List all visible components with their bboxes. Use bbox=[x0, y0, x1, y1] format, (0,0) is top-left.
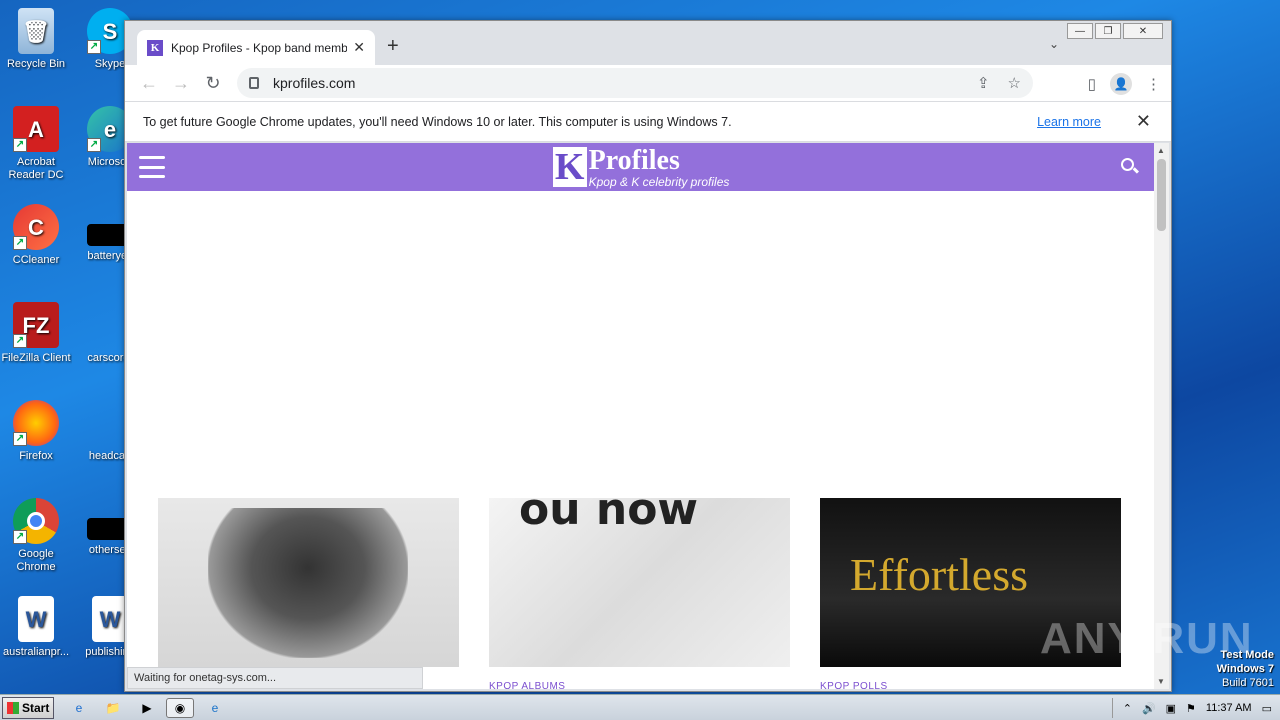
page-viewport: K Profiles Kpop & K celebrity profiles o… bbox=[127, 143, 1155, 689]
article-cards: ou now KPOP ALBUMS Effortless KPOP POLLS bbox=[158, 498, 1121, 689]
logo-k-icon: K bbox=[552, 146, 587, 188]
thumbnail-text: Effortless bbox=[850, 549, 1029, 600]
network-icon[interactable]: ▣ bbox=[1166, 702, 1176, 715]
word-document-icon: W bbox=[18, 596, 54, 642]
browser-tab[interactable]: K Kpop Profiles - Kpop band member p ✕ bbox=[137, 30, 375, 65]
action-center-flag-icon[interactable]: ⚑ bbox=[1186, 702, 1196, 715]
ccleaner-icon: C ↗ bbox=[13, 204, 59, 250]
site-logo[interactable]: K Profiles Kpop & K celebrity profiles bbox=[552, 144, 730, 189]
lock-icon bbox=[249, 77, 259, 89]
acrobat-icon: A ↗ bbox=[13, 106, 59, 152]
browser-window: — ❐ ✕ K Kpop Profiles - Kpop band member… bbox=[124, 20, 1172, 692]
kprofiles-favicon-icon: K bbox=[147, 39, 163, 56]
update-infobar: To get future Google Chrome updates, you… bbox=[125, 101, 1171, 142]
tab-title: Kpop Profiles - Kpop band member p bbox=[171, 40, 348, 55]
desktop-icon-firefox[interactable]: ↗ Firefox bbox=[0, 400, 72, 463]
explorer-folder-icon[interactable]: 📁 bbox=[102, 698, 124, 718]
close-tab-icon[interactable]: ✕ bbox=[353, 39, 365, 56]
desktop-icon-acrobat[interactable]: A ↗ Acrobat Reader DC bbox=[0, 106, 72, 182]
desktop-icon-australianpr[interactable]: W australianpr... bbox=[0, 596, 72, 659]
search-icon[interactable] bbox=[1121, 158, 1140, 176]
tab-strip: K Kpop Profiles - Kpop band member p ✕ +… bbox=[125, 21, 1171, 65]
scroll-down-icon[interactable]: ▼ bbox=[1157, 677, 1165, 686]
start-button[interactable]: Start bbox=[2, 697, 54, 719]
show-desktop-icon[interactable]: ▭ bbox=[1262, 702, 1272, 715]
word-document-icon: W bbox=[92, 596, 128, 642]
recycle-bin-icon: 🗑 bbox=[18, 8, 54, 54]
card-category[interactable]: KPOP ALBUMS bbox=[489, 681, 790, 689]
test-mode-notice: Test Mode Windows 7 Build 7601 bbox=[1216, 649, 1274, 689]
site-header: K Profiles Kpop & K celebrity profiles bbox=[127, 143, 1155, 191]
new-tab-icon[interactable]: + bbox=[387, 35, 399, 58]
system-tray: ⌃ 🔊 ▣ ⚑ 11:37 AM ▭ bbox=[1111, 695, 1280, 720]
article-card[interactable]: ou now KPOP ALBUMS bbox=[489, 498, 790, 689]
bookmark-star-icon[interactable]: ☆ bbox=[1008, 74, 1021, 92]
back-icon[interactable]: ← bbox=[133, 73, 165, 94]
group-photo-thumbnail[interactable] bbox=[158, 498, 459, 667]
desktop-icon-google-chrome[interactable]: ↗ Google Chrome bbox=[0, 498, 72, 574]
scroll-up-icon[interactable]: ▲ bbox=[1157, 146, 1165, 155]
article-card[interactable] bbox=[158, 498, 459, 689]
tab-search-chevron-icon[interactable]: ⌄ bbox=[1049, 37, 1059, 51]
filezilla-icon: FZ ↗ bbox=[13, 302, 59, 348]
desktop-icon-filezilla[interactable]: FZ ↗ FileZilla Client bbox=[0, 302, 72, 365]
forward-icon[interactable]: → bbox=[165, 73, 197, 94]
profile-avatar-icon[interactable]: 👤 bbox=[1110, 73, 1132, 95]
hamburger-menu-icon[interactable] bbox=[139, 156, 165, 178]
share-icon[interactable]: ⇪ bbox=[977, 74, 990, 92]
thumbnail-text: ou now bbox=[519, 498, 699, 535]
side-panel-icon[interactable]: ▯ bbox=[1088, 75, 1096, 93]
volume-icon[interactable]: 🔊 bbox=[1142, 702, 1156, 715]
logo-name: Profiles bbox=[588, 144, 680, 176]
firefox-icon: ↗ bbox=[13, 400, 59, 446]
close-infobar-icon[interactable]: ✕ bbox=[1136, 111, 1151, 132]
infobar-message: To get future Google Chrome updates, you… bbox=[143, 114, 732, 129]
menu-kebab-icon[interactable]: ⋮ bbox=[1146, 75, 1161, 93]
tray-expand-icon[interactable]: ⌃ bbox=[1123, 702, 1132, 715]
taskbar: Start e 📁 ▶ ◉ e ⌃ 🔊 ▣ ⚑ 11:37 AM ▭ bbox=[0, 694, 1280, 720]
page-scrollbar[interactable]: ▲ ▼ bbox=[1154, 143, 1169, 689]
chrome-taskbar-icon[interactable]: ◉ bbox=[166, 698, 194, 718]
reload-icon[interactable]: ↻ bbox=[197, 73, 229, 94]
internet-explorer-icon[interactable]: e bbox=[68, 698, 90, 718]
browser-toolbar: ← → ↻ kprofiles.com ⇪ ☆ ▯ 👤 ⋮ bbox=[125, 65, 1171, 101]
media-player-icon[interactable]: ▶ bbox=[136, 698, 158, 718]
scrollbar-thumb[interactable] bbox=[1157, 159, 1166, 231]
status-bubble: Waiting for onetag-sys.com... bbox=[127, 667, 423, 689]
url-text: kprofiles.com bbox=[273, 75, 356, 91]
desktop-icon-recycle-bin[interactable]: 🗑 Recycle Bin bbox=[0, 8, 72, 71]
learn-more-link[interactable]: Learn more bbox=[1037, 115, 1101, 129]
address-bar[interactable]: kprofiles.com ⇪ ☆ bbox=[237, 68, 1033, 98]
chrome-icon: ↗ bbox=[13, 498, 59, 544]
windows-flag-icon bbox=[7, 702, 19, 714]
card-category[interactable]: KPOP POLLS bbox=[820, 681, 1121, 689]
album-thumbnail[interactable]: ou now bbox=[489, 498, 790, 667]
edge-taskbar-icon[interactable]: e bbox=[204, 698, 226, 718]
logo-tagline: Kpop & K celebrity profiles bbox=[588, 174, 730, 189]
desktop-icon-ccleaner[interactable]: C ↗ CCleaner bbox=[0, 204, 72, 267]
clock[interactable]: 11:37 AM bbox=[1206, 702, 1252, 714]
